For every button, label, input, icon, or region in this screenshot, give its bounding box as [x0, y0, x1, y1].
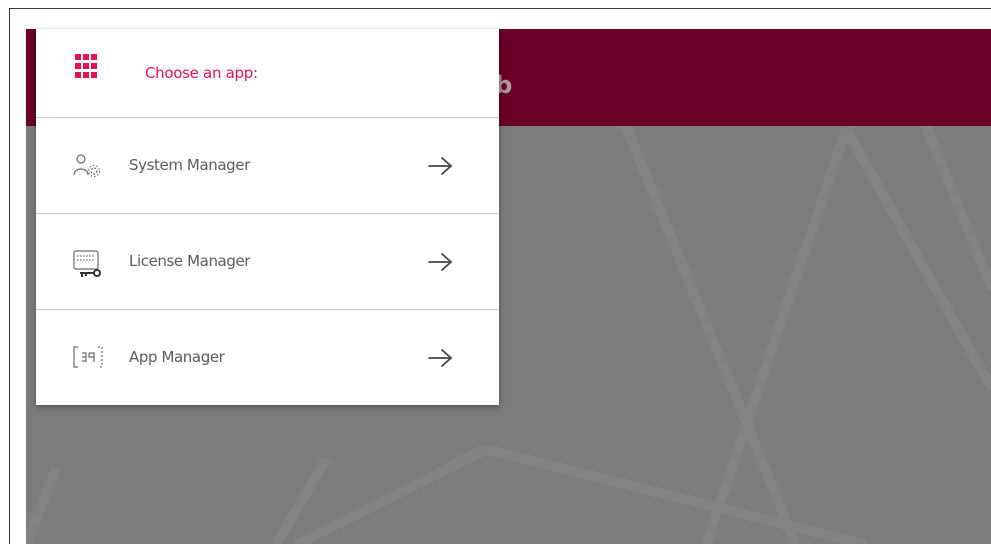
browser-viewport: ub Choose an app: S [9, 8, 991, 544]
menu-item-license-manager[interactable]: License Manager [36, 214, 499, 310]
app-chooser-heading: Choose an app: [145, 64, 258, 82]
app-chooser-header: Choose an app: [36, 29, 499, 118]
app-code-icon [73, 346, 103, 368]
menu-item-label: System Manager [129, 156, 250, 174]
users-gear-icon [73, 154, 101, 178]
arrow-right-icon [428, 349, 453, 367]
app-chooser-menu: Choose an app: System Manager License Ma… [36, 29, 499, 405]
menu-item-system-manager[interactable]: System Manager [36, 118, 499, 214]
menu-item-label: License Manager [129, 252, 251, 270]
app-grid-icon [75, 54, 97, 78]
menu-item-label: App Manager [129, 348, 225, 366]
arrow-right-icon [428, 253, 453, 271]
license-key-icon [73, 250, 101, 277]
arrow-right-icon [428, 157, 453, 175]
menu-item-app-manager[interactable]: App Manager [36, 310, 499, 404]
